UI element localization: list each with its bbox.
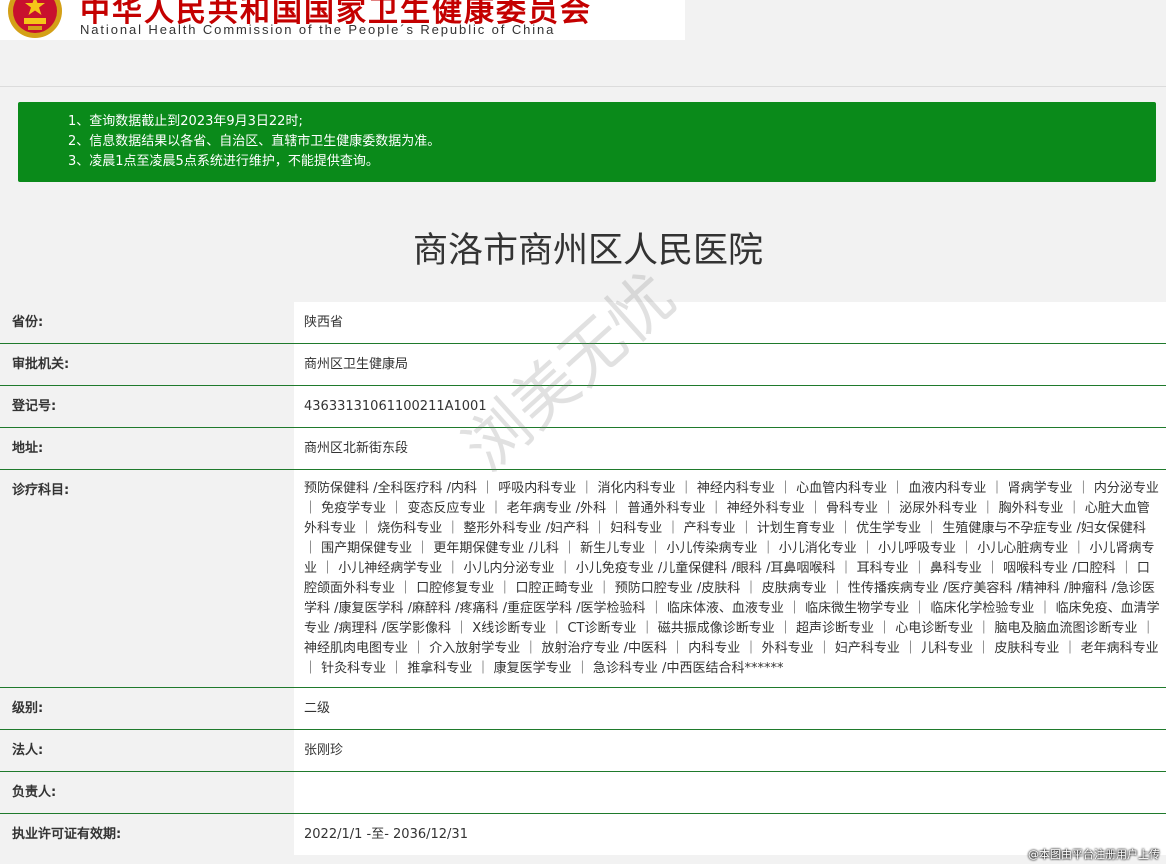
national-emblem-icon	[8, 0, 62, 38]
notice-box: 1、查询数据截止到2023年9月3日22时; 2、信息数据结果以各省、自治区、直…	[18, 102, 1156, 182]
label-authority: 审批机关:	[0, 344, 294, 385]
notice-list: 1、查询数据截止到2023年9月3日22时; 2、信息数据结果以各省、自治区、直…	[18, 102, 1156, 172]
label-departments: 诊疗科目:	[0, 470, 294, 687]
label-address: 地址:	[0, 428, 294, 469]
row-level: 级别: 二级	[0, 688, 1166, 730]
notice-item: 1、查询数据截止到2023年9月3日22时;	[68, 114, 303, 129]
label-validity: 执业许可证有效期:	[0, 814, 294, 855]
row-departments: 诊疗科目: 预防保健科 /全科医疗科 /内科 ｜ 呼吸内科专业 ｜ 消化内科专业…	[0, 470, 1166, 688]
row-legal-person: 法人: 张刚珍	[0, 730, 1166, 772]
value-authority: 商州区卫生健康局	[294, 344, 1166, 385]
row-validity: 执业许可证有效期: 2022/1/1 -至- 2036/12/31	[0, 814, 1166, 855]
row-province: 省份: 陕西省	[0, 302, 1166, 344]
page: 中华人民共和国国家卫生健康委员会 National Health Commiss…	[0, 0, 1166, 864]
value-address: 商州区北新街东段	[294, 428, 1166, 469]
header-divider	[0, 86, 1166, 87]
row-reg-no: 登记号: 43633131061100211A1001	[0, 386, 1166, 428]
notice-item: 3、凌晨1点至凌晨5点系统进行维护，不能提供查询。	[68, 154, 379, 169]
banner-title-en: National Health Commission of the People…	[80, 22, 556, 37]
info-table: 省份: 陕西省 审批机关: 商州区卫生健康局 登记号: 436331310611…	[0, 302, 1166, 855]
label-principal: 负责人:	[0, 772, 294, 813]
header-banner: 中华人民共和国国家卫生健康委员会 National Health Commiss…	[0, 0, 685, 40]
label-legal-person: 法人:	[0, 730, 294, 771]
label-province: 省份:	[0, 302, 294, 343]
upload-credit: @本图由平台注册用户上传	[1028, 848, 1160, 861]
value-level: 二级	[294, 688, 1166, 729]
value-departments: 预防保健科 /全科医疗科 /内科 ｜ 呼吸内科专业 ｜ 消化内科专业 ｜ 神经内…	[294, 470, 1166, 687]
value-legal-person: 张刚珍	[294, 730, 1166, 771]
hospital-name: 商洛市商州区人民医院	[412, 231, 763, 271]
value-province: 陕西省	[294, 302, 1166, 343]
label-reg-no: 登记号:	[0, 386, 294, 427]
notice-item: 2、信息数据结果以各省、自治区、直辖市卫生健康委数据为准。	[68, 134, 441, 149]
row-authority: 审批机关: 商州区卫生健康局	[0, 344, 1166, 386]
value-principal	[294, 772, 1166, 813]
row-address: 地址: 商州区北新街东段	[0, 428, 1166, 470]
row-principal: 负责人:	[0, 772, 1166, 814]
value-reg-no: 43633131061100211A1001	[294, 386, 1166, 427]
label-level: 级别:	[0, 688, 294, 729]
